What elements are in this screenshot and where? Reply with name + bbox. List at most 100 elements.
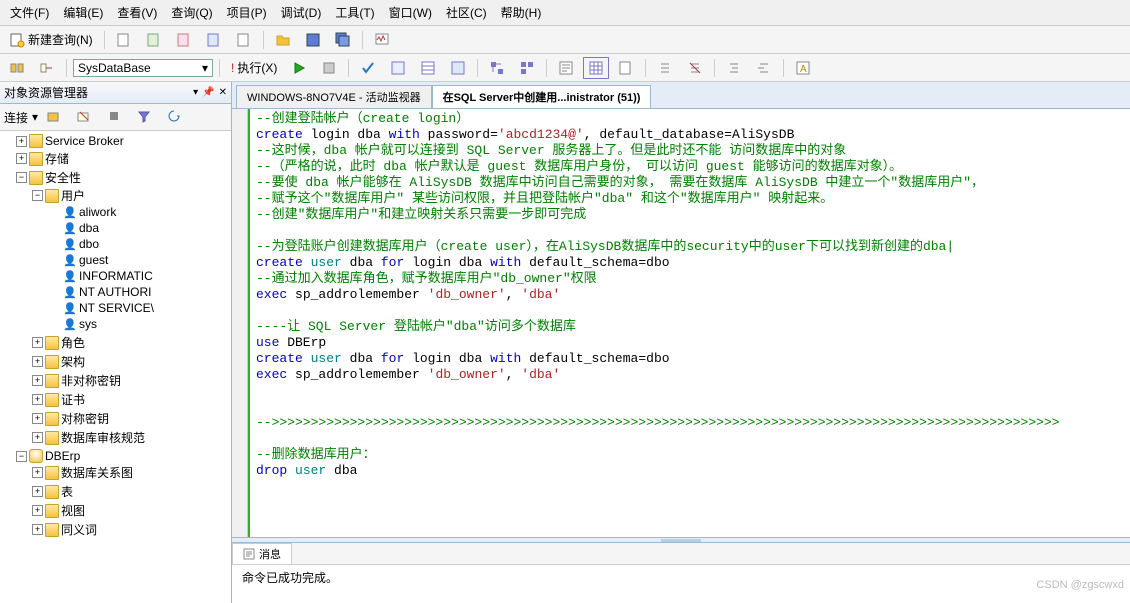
editor-area: WINDOWS-8NO7V4E - 活动监视器 在SQL Server中创建用.… xyxy=(232,82,1130,603)
tree-user-guest[interactable]: guest xyxy=(48,253,231,267)
tree-audit[interactable]: +数据库审核规范 xyxy=(32,429,231,446)
close-icon[interactable]: ✕ xyxy=(219,87,227,98)
messages-tab-label: 消息 xyxy=(259,546,281,562)
object-explorer-header: 对象资源管理器 ▾ 📌 ✕ xyxy=(0,82,231,104)
menu-project[interactable]: 项目(P) xyxy=(221,2,273,23)
menu-view[interactable]: 查看(V) xyxy=(111,2,163,23)
toolbar-query: SysDataBase ▾ ! 执行(X) A xyxy=(0,54,1130,82)
uncomment-icon[interactable] xyxy=(682,57,708,79)
debug-icon[interactable] xyxy=(286,57,312,79)
autohide-icon[interactable]: 📌 xyxy=(202,87,214,98)
tab-sql-query[interactable]: 在SQL Server中创建用...inistrator (51)) xyxy=(432,85,652,108)
tree-symkeys[interactable]: +对称密钥 xyxy=(32,410,231,427)
refresh-icon[interactable] xyxy=(162,106,188,128)
menu-edit[interactable]: 编辑(E) xyxy=(57,2,109,23)
tree-user-information[interactable]: INFORMATIC xyxy=(48,269,231,283)
parse-icon[interactable] xyxy=(355,57,381,79)
available-db-icon[interactable] xyxy=(4,57,30,79)
include-plan-icon[interactable] xyxy=(484,57,510,79)
tree-storage[interactable]: +存储 xyxy=(16,150,231,167)
tree-user-dba[interactable]: dba xyxy=(48,221,231,235)
menu-community[interactable]: 社区(C) xyxy=(440,2,493,23)
pin-icon[interactable]: ▾ xyxy=(193,87,198,98)
tree-dberp[interactable]: −DBErp xyxy=(16,449,231,463)
tree-user-ntauthority[interactable]: NT AUTHORI xyxy=(48,285,231,299)
tree-roles[interactable]: +角色 xyxy=(32,334,231,351)
tree-user-dbo[interactable]: dbo xyxy=(48,237,231,251)
cancel-icon[interactable] xyxy=(316,57,342,79)
menu-window[interactable]: 窗口(W) xyxy=(383,2,438,23)
outdent-icon[interactable] xyxy=(751,57,777,79)
menu-bar: 文件(F) 编辑(E) 查看(V) 查询(Q) 项目(P) 调试(D) 工具(T… xyxy=(0,0,1130,26)
database-combo[interactable]: SysDataBase ▾ xyxy=(73,59,213,77)
specify-values-icon[interactable]: A xyxy=(790,57,816,79)
results-file-icon[interactable] xyxy=(613,57,639,79)
tree-schemas[interactable]: +架构 xyxy=(32,353,231,370)
tree-security[interactable]: −安全性 xyxy=(16,169,231,186)
saveall-icon[interactable] xyxy=(330,29,356,51)
new-query-label: 新建查询(N) xyxy=(28,31,93,48)
connect-label: 连接 xyxy=(4,109,28,126)
connect-obj-icon[interactable] xyxy=(42,106,68,128)
tree-user-aliwork[interactable]: aliwork xyxy=(48,205,231,219)
tree-views[interactable]: +视图 xyxy=(32,502,231,519)
messages-text: 命令已成功完成。 xyxy=(232,565,1130,590)
tree-user-sys[interactable]: sys xyxy=(48,317,231,331)
intellisense-icon[interactable] xyxy=(445,57,471,79)
menu-query[interactable]: 查询(Q) xyxy=(165,2,218,23)
connect-dropdown-icon[interactable]: ▾ xyxy=(32,110,38,124)
results-grid-icon[interactable] xyxy=(583,57,609,79)
tree-user-ntservice[interactable]: NT SERVICE\ xyxy=(48,301,231,315)
indent-icon[interactable] xyxy=(721,57,747,79)
menu-help[interactable]: 帮助(H) xyxy=(495,2,548,23)
menu-file[interactable]: 文件(F) xyxy=(4,2,55,23)
watermark: CSDN @zgscwxd xyxy=(1036,579,1124,591)
execute-label: 执行(X) xyxy=(237,59,277,76)
connect-bar: 连接 ▾ xyxy=(0,104,231,131)
new-query-icon xyxy=(9,32,25,48)
new-dbquery-icon[interactable] xyxy=(111,29,137,51)
filter-icon[interactable] xyxy=(132,106,158,128)
tree-certs[interactable]: +证书 xyxy=(32,391,231,408)
chevron-down-icon: ▾ xyxy=(202,61,208,75)
tree-diagrams[interactable]: +数据库关系图 xyxy=(32,464,231,481)
sql-editor[interactable]: --创建登陆帐户（create login） create login dba … xyxy=(248,109,1130,537)
tree-asymkeys[interactable]: +非对称密钥 xyxy=(32,372,231,389)
activity-monitor-icon[interactable] xyxy=(369,29,395,51)
object-explorer-panel: 对象资源管理器 ▾ 📌 ✕ 连接 ▾ +Service Broker +存储 −… xyxy=(0,82,232,603)
toolbar-standard: 新建查询(N) xyxy=(0,26,1130,54)
menu-tools[interactable]: 工具(T) xyxy=(329,2,380,23)
new-solution-icon[interactable] xyxy=(231,29,257,51)
document-tabs: WINDOWS-8NO7V4E - 活动监视器 在SQL Server中创建用.… xyxy=(232,82,1130,109)
save-icon[interactable] xyxy=(300,29,326,51)
include-stats-icon[interactable] xyxy=(514,57,540,79)
new-project-icon[interactable] xyxy=(171,29,197,51)
editor-margin xyxy=(232,109,248,537)
open-icon[interactable] xyxy=(270,29,296,51)
svg-text:A: A xyxy=(800,64,807,75)
tree-users[interactable]: −用户 xyxy=(32,187,231,204)
tab-activity-monitor[interactable]: WINDOWS-8NO7V4E - 活动监视器 xyxy=(236,85,432,108)
object-explorer-title: 对象资源管理器 xyxy=(4,84,88,101)
comment-icon[interactable] xyxy=(652,57,678,79)
stop-icon[interactable] xyxy=(102,106,128,128)
results-text-icon[interactable] xyxy=(553,57,579,79)
messages-icon xyxy=(243,548,255,560)
new-query-button[interactable]: 新建查询(N) xyxy=(4,28,98,51)
menu-debug[interactable]: 调试(D) xyxy=(275,2,328,23)
tree-tables[interactable]: +表 xyxy=(32,483,231,500)
tree-service-broker[interactable]: +Service Broker xyxy=(16,134,231,148)
object-tree[interactable]: +Service Broker +存储 −安全性 −用户 aliwork dba… xyxy=(0,131,231,603)
new-template-icon[interactable] xyxy=(201,29,227,51)
database-combo-text: SysDataBase xyxy=(78,61,151,75)
splitter[interactable] xyxy=(232,537,1130,543)
change-conn-icon[interactable] xyxy=(34,57,60,79)
disconnect-icon[interactable] xyxy=(72,106,98,128)
messages-tab[interactable]: 消息 xyxy=(232,543,292,564)
execute-button[interactable]: ! 执行(X) xyxy=(226,56,282,79)
display-plan-icon[interactable] xyxy=(385,57,411,79)
new-file-icon[interactable] xyxy=(141,29,167,51)
query-options-icon[interactable] xyxy=(415,57,441,79)
tree-synonyms[interactable]: +同义词 xyxy=(32,521,231,538)
messages-panel: 消息 命令已成功完成。 xyxy=(232,543,1130,603)
